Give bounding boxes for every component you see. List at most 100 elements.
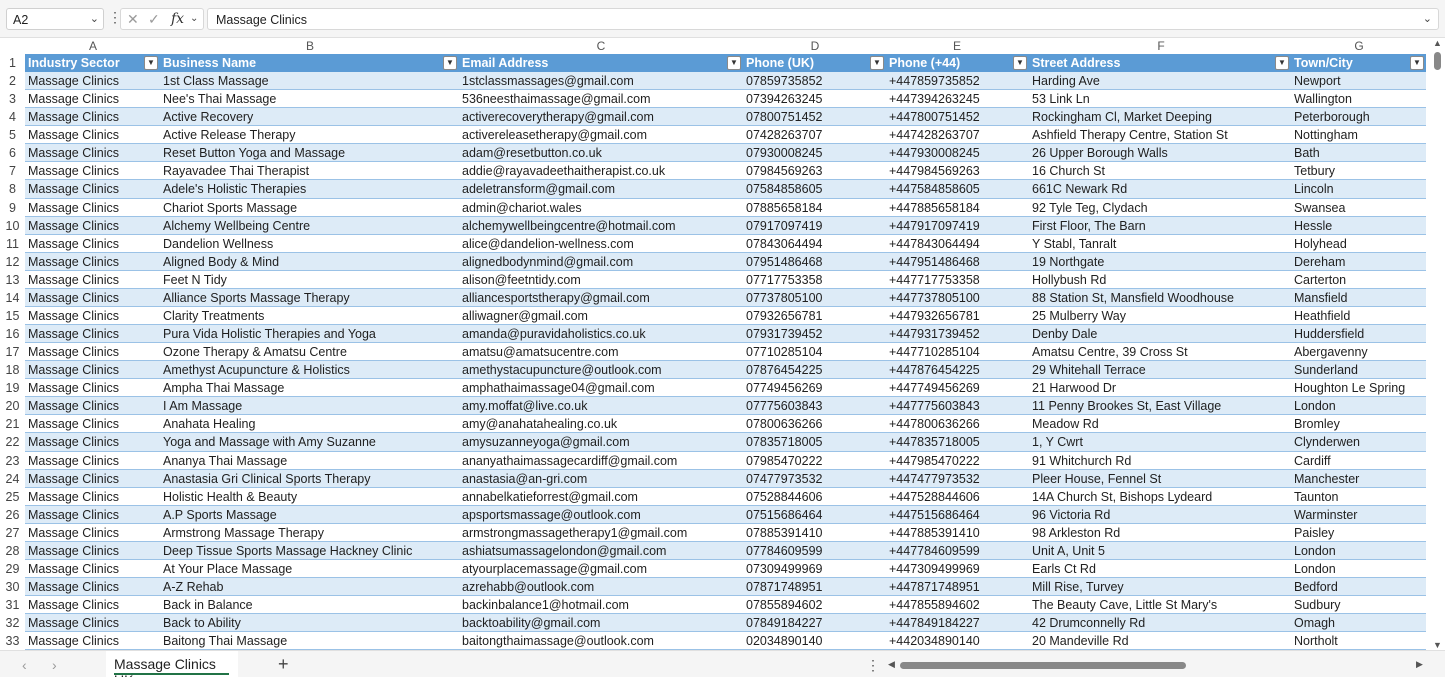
table-cell[interactable]: Massage Clinics xyxy=(25,614,160,632)
table-cell[interactable]: Massage Clinics xyxy=(25,325,160,343)
row-header[interactable]: 20 xyxy=(0,397,25,415)
table-cell[interactable]: +447849184227 xyxy=(886,614,1029,632)
table-cell[interactable]: Aligned Body & Mind xyxy=(160,253,459,271)
table-cell[interactable]: Chariot Sports Massage xyxy=(160,199,459,217)
table-cell[interactable]: 14A Church St, Bishops Lydeard xyxy=(1029,488,1291,506)
table-cell[interactable]: Clynderwen xyxy=(1291,433,1426,451)
table-cell[interactable]: Massage Clinics xyxy=(25,433,160,451)
table-cell[interactable]: 07800636266 xyxy=(743,415,886,433)
table-cell[interactable]: +447477973532 xyxy=(886,470,1029,488)
table-cell[interactable]: +447859735852 xyxy=(886,72,1029,90)
column-header-d[interactable]: D xyxy=(795,38,835,54)
table-cell[interactable]: amysuzanneyoga@gmail.com xyxy=(459,433,743,451)
table-cell[interactable]: I Am Massage xyxy=(160,397,459,415)
table-cell[interactable]: +447749456269 xyxy=(886,379,1029,397)
table-cell[interactable]: London xyxy=(1291,542,1426,560)
table-cell[interactable]: Y Stabl, Tanralt xyxy=(1029,235,1291,253)
row-header[interactable]: 28 xyxy=(0,542,25,560)
row-header[interactable]: 3 xyxy=(0,90,25,108)
filter-dropdown-icon[interactable]: ▼ xyxy=(1410,56,1424,70)
table-cell[interactable]: Pura Vida Holistic Therapies and Yoga xyxy=(160,325,459,343)
table-cell[interactable]: Taunton xyxy=(1291,488,1426,506)
table-cell[interactable]: +447800751452 xyxy=(886,108,1029,126)
table-cell[interactable]: 25 Mulberry Way xyxy=(1029,307,1291,325)
table-cell[interactable]: alliancesportstherapy@gmail.com xyxy=(459,289,743,307)
table-cell[interactable]: Massage Clinics xyxy=(25,90,160,108)
table-cell[interactable]: +447515686464 xyxy=(886,506,1029,524)
table-cell[interactable]: Massage Clinics xyxy=(25,542,160,560)
table-cell[interactable]: alison@feetntidy.com xyxy=(459,271,743,289)
table-cell[interactable]: Cardiff xyxy=(1291,452,1426,470)
table-cell[interactable]: amphathaimassage04@gmail.com xyxy=(459,379,743,397)
row-header[interactable]: 16 xyxy=(0,325,25,343)
table-cell[interactable]: Massage Clinics xyxy=(25,162,160,180)
chevron-down-icon[interactable]: ⌄ xyxy=(90,12,99,25)
table-cell[interactable]: +447775603843 xyxy=(886,397,1029,415)
table-cell[interactable]: Bromley xyxy=(1291,415,1426,433)
table-header-cell[interactable]: Business Name xyxy=(160,54,459,72)
table-header-cell[interactable]: Phone (UK) xyxy=(743,54,886,72)
column-header-b[interactable]: B xyxy=(290,38,330,54)
table-cell[interactable]: 1stclassmassages@gmail.com xyxy=(459,72,743,90)
table-header-cell[interactable]: Town/City xyxy=(1291,54,1426,72)
insert-function-icon[interactable]: fx xyxy=(171,11,184,27)
table-cell[interactable]: 07528844606 xyxy=(743,488,886,506)
table-cell[interactable]: 19 Northgate xyxy=(1029,253,1291,271)
table-cell[interactable]: alignedbodynmind@gmail.com xyxy=(459,253,743,271)
table-cell[interactable]: 1, Y Cwrt xyxy=(1029,433,1291,451)
row-header[interactable]: 29 xyxy=(0,560,25,578)
table-cell[interactable]: Amatsu Centre, 39 Cross St xyxy=(1029,343,1291,361)
table-cell[interactable]: 07394263245 xyxy=(743,90,886,108)
table-cell[interactable]: Dandelion Wellness xyxy=(160,235,459,253)
table-cell[interactable]: Massage Clinics xyxy=(25,506,160,524)
table-cell[interactable]: +447871748951 xyxy=(886,578,1029,596)
table-cell[interactable]: 536neesthaimassage@gmail.com xyxy=(459,90,743,108)
table-cell[interactable]: 20 Mandeville Rd xyxy=(1029,632,1291,650)
table-cell[interactable]: ashiatsumassagelondon@gmail.com xyxy=(459,542,743,560)
row-header[interactable]: 18 xyxy=(0,361,25,379)
table-cell[interactable]: 07849184227 xyxy=(743,614,886,632)
table-cell[interactable]: +447855894602 xyxy=(886,596,1029,614)
table-cell[interactable]: Heathfield xyxy=(1291,307,1426,325)
table-cell[interactable]: Pleer House, Fennel St xyxy=(1029,470,1291,488)
table-cell[interactable]: 07584858605 xyxy=(743,180,886,198)
table-cell[interactable]: Anastasia Gri Clinical Sports Therapy xyxy=(160,470,459,488)
table-cell[interactable]: 07985470222 xyxy=(743,452,886,470)
table-cell[interactable]: A.P Sports Massage xyxy=(160,506,459,524)
table-cell[interactable]: Omagh xyxy=(1291,614,1426,632)
table-cell[interactable]: +447931739452 xyxy=(886,325,1029,343)
row-header[interactable]: 7 xyxy=(0,162,25,180)
table-cell[interactable]: Peterborough xyxy=(1291,108,1426,126)
horizontal-scroll-thumb[interactable] xyxy=(900,662,1186,669)
table-cell[interactable]: 07477973532 xyxy=(743,470,886,488)
table-cell[interactable]: 07309499969 xyxy=(743,560,886,578)
table-cell[interactable]: Baitong Thai Massage xyxy=(160,632,459,650)
row-header[interactable]: 19 xyxy=(0,379,25,397)
table-header-cell[interactable]: Email Address xyxy=(459,54,743,72)
table-cell[interactable]: 26 Upper Borough Walls xyxy=(1029,144,1291,162)
table-cell[interactable]: Carterton xyxy=(1291,271,1426,289)
table-cell[interactable]: Ozone Therapy & Amatsu Centre xyxy=(160,343,459,361)
cancel-icon[interactable]: ✕ xyxy=(127,11,139,28)
table-cell[interactable]: Manchester xyxy=(1291,470,1426,488)
column-header-e[interactable]: E xyxy=(937,38,977,54)
table-cell[interactable]: Alliance Sports Massage Therapy xyxy=(160,289,459,307)
table-cell[interactable]: Tetbury xyxy=(1291,162,1426,180)
table-cell[interactable]: Massage Clinics xyxy=(25,343,160,361)
table-cell[interactable]: +447985470222 xyxy=(886,452,1029,470)
table-cell[interactable]: 07515686464 xyxy=(743,506,886,524)
table-cell[interactable]: 07784609599 xyxy=(743,542,886,560)
table-cell[interactable]: Holyhead xyxy=(1291,235,1426,253)
row-header[interactable]: 30 xyxy=(0,578,25,596)
table-cell[interactable]: Adele's Holistic Therapies xyxy=(160,180,459,198)
table-cell[interactable]: Massage Clinics xyxy=(25,271,160,289)
table-cell[interactable]: anastasia@an-gri.com xyxy=(459,470,743,488)
name-box[interactable]: A2 ⌄ xyxy=(6,8,104,30)
table-cell[interactable]: Swansea xyxy=(1291,199,1426,217)
table-cell[interactable]: Mill Rise, Turvey xyxy=(1029,578,1291,596)
expand-formula-icon[interactable]: ⌄ xyxy=(1423,12,1432,25)
table-cell[interactable]: 07885658184 xyxy=(743,199,886,217)
row-header[interactable]: 23 xyxy=(0,452,25,470)
table-cell[interactable]: Massage Clinics xyxy=(25,379,160,397)
row-header[interactable]: 1 xyxy=(0,54,25,72)
